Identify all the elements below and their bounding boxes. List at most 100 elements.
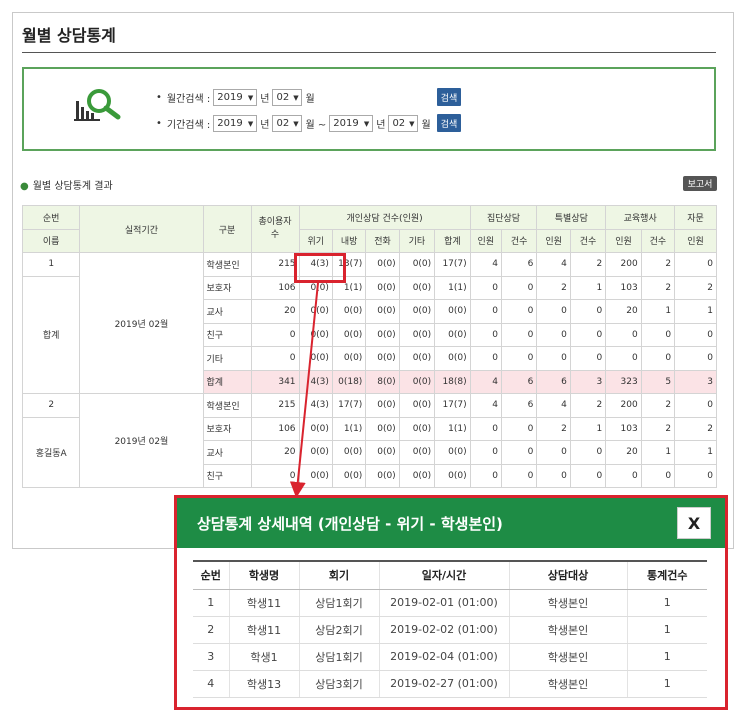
stat-cell[interactable]: 0(0) — [398, 299, 436, 324]
detail-row[interactable]: 2 학생11 상담2회기 2019-02-02 (01:00) 학생본인 1 — [193, 616, 707, 644]
stat-cell[interactable]: 0(0) — [398, 440, 436, 465]
stat-cell[interactable]: 0(0) — [331, 440, 367, 465]
stat-cell: 2 — [674, 416, 717, 441]
stat-cell[interactable]: 0(0) — [398, 346, 436, 371]
stat-cell[interactable]: 0(0) — [298, 416, 333, 441]
row-period: 2019년 02월 — [79, 252, 204, 394]
stat-cell[interactable]: 0(0) — [365, 275, 400, 300]
stat-cell[interactable]: 1(1) — [434, 416, 471, 441]
stat-cell[interactable]: 0(0) — [298, 322, 333, 347]
detail-cell: 2019-02-27 (01:00) — [378, 670, 509, 698]
monthly-month-value: 02 — [276, 92, 290, 103]
stat-cell[interactable]: 8(0) — [365, 369, 400, 394]
period-to-month-value: 02 — [392, 118, 406, 129]
report-button[interactable]: 보고서 — [683, 176, 717, 191]
header-ind-other: 기타 — [398, 228, 436, 253]
stat-cell[interactable]: 0(0) — [298, 440, 333, 465]
stat-cell[interactable]: 17(7) — [331, 393, 367, 418]
stat-cell[interactable]: 0(0) — [365, 393, 400, 418]
stat-cell: 6 — [500, 252, 538, 277]
stat-cell[interactable]: 0(0) — [365, 440, 400, 465]
detail-row[interactable]: 1 학생11 상담1회기 2019-02-01 (01:00) 학생본인 1 — [193, 589, 707, 617]
stat-cell[interactable]: 0(0) — [365, 463, 400, 488]
stat-cell[interactable]: 0(0) — [398, 369, 436, 394]
stat-cell: 0 — [640, 346, 676, 371]
stat-cell: 5 — [640, 369, 676, 394]
detail-row[interactable]: 4 학생13 상담3회기 2019-02-27 (01:00) 학생본인 1 — [193, 670, 707, 698]
row-category: 보호자 — [202, 416, 252, 441]
year-unit: 년 — [376, 120, 386, 131]
stat-cell[interactable]: 0(0) — [434, 299, 471, 324]
monthly-search-button[interactable]: 검색 — [437, 88, 461, 106]
stat-cell[interactable]: 1(1) — [434, 275, 471, 300]
stat-cell: 0 — [469, 463, 502, 488]
magnifier-chart-icon — [72, 87, 132, 129]
stat-cell[interactable]: 0(0) — [298, 463, 333, 488]
stat-cell[interactable]: 0(0) — [331, 299, 367, 324]
bullet: • — [156, 92, 162, 103]
detail-header-row: 순번 학생명 회기 일자/시간 상담대상 통계건수 — [193, 560, 707, 590]
stat-cell[interactable]: 0(0) — [365, 346, 400, 371]
stat-cell[interactable]: 0(0) — [365, 299, 400, 324]
stat-cell[interactable]: 0(0) — [434, 463, 471, 488]
monthly-month-select[interactable]: 02 ▼ — [272, 89, 303, 106]
monthly-search-label: 월간검색 : — [166, 94, 211, 105]
page-title: 월별 상담통계 — [22, 26, 116, 45]
stat-cell[interactable]: 0(0) — [331, 322, 367, 347]
stat-cell[interactable]: 0(0) — [331, 346, 367, 371]
row-category: 교사 — [202, 299, 252, 324]
highlight-selection — [294, 253, 346, 283]
stat-cell: 0 — [569, 463, 607, 488]
period-search-row: • 기간검색 : 2019 ▼ 년 02 ▼ 월 ~ 2019 ▼ 년 02 ▼… — [156, 115, 431, 132]
period-search-button[interactable]: 검색 — [437, 114, 461, 132]
stat-cell[interactable]: 0(0) — [365, 416, 400, 441]
stat-cell[interactable]: 0(18) — [331, 369, 367, 394]
stat-cell[interactable]: 0(0) — [434, 440, 471, 465]
stat-cell: 20 — [605, 440, 642, 465]
search-box: • 월간검색 : 2019 ▼ 년 02 ▼ 월 • 기간검색 : 2019 ▼… — [22, 67, 716, 151]
stat-cell: 1 — [640, 299, 676, 324]
stat-cell: 0 — [469, 346, 502, 371]
stat-cell[interactable]: 0(0) — [398, 322, 436, 347]
stat-cell[interactable]: 0(0) — [365, 322, 400, 347]
stat-cell[interactable]: 0(0) — [298, 346, 333, 371]
stat-cell[interactable]: 17(7) — [434, 252, 471, 277]
stat-cell[interactable]: 1(1) — [331, 416, 367, 441]
stat-cell[interactable]: 0(0) — [398, 463, 436, 488]
stat-cell[interactable]: 17(7) — [434, 393, 471, 418]
stat-cell[interactable]: 0(0) — [434, 322, 471, 347]
stat-cell[interactable]: 18(8) — [434, 369, 471, 394]
stat-cell[interactable]: 0(0) — [398, 275, 436, 300]
header-individual: 개인상담 건수(인원) — [298, 205, 471, 230]
stat-cell[interactable]: 4(3) — [298, 393, 333, 418]
detail-cell: 3 — [193, 643, 229, 671]
stat-cell[interactable]: 0(0) — [398, 416, 436, 441]
stat-cell[interactable]: 0(0) — [434, 346, 471, 371]
stat-cell: 3 — [674, 369, 717, 394]
close-button[interactable]: X — [677, 507, 711, 539]
monthly-year-select[interactable]: 2019 ▼ — [213, 89, 258, 106]
period-from-month-select[interactable]: 02 ▼ — [272, 115, 303, 132]
stat-cell: 0 — [536, 299, 571, 324]
month-unit: 월 — [421, 120, 431, 131]
stat-cell[interactable]: 4(3) — [298, 369, 333, 394]
detail-row[interactable]: 3 학생1 상담1회기 2019-02-04 (01:00) 학생본인 1 — [193, 643, 707, 671]
stat-cell: 0 — [500, 299, 538, 324]
stat-cell[interactable]: 0(0) — [398, 252, 436, 277]
period-to-year-select[interactable]: 2019 ▼ — [329, 115, 374, 132]
period-from-year-select[interactable]: 2019 ▼ — [213, 115, 258, 132]
stat-cell[interactable]: 0(0) — [298, 299, 333, 324]
caret-down-icon: ▼ — [363, 119, 370, 128]
stat-cell: 0 — [674, 346, 717, 371]
detail-cell: 2019-02-01 (01:00) — [378, 589, 509, 617]
stat-cell[interactable]: 0(0) — [331, 463, 367, 488]
row-total-users: 106 — [250, 416, 300, 441]
monthly-search-row: • 월간검색 : 2019 ▼ 년 02 ▼ 월 — [156, 89, 315, 106]
stat-cell[interactable]: 0(0) — [398, 393, 436, 418]
row-total-users: 215 — [250, 252, 300, 277]
detail-body: 1 학생11 상담1회기 2019-02-01 (01:00) 학생본인 1 2 학생11 상담… — [193, 589, 707, 698]
stat-cell[interactable]: 0(0) — [365, 252, 400, 277]
row-total-users: 0 — [250, 346, 300, 371]
period-to-month-select[interactable]: 02 ▼ — [388, 115, 419, 132]
caret-down-icon: ▼ — [293, 93, 299, 102]
